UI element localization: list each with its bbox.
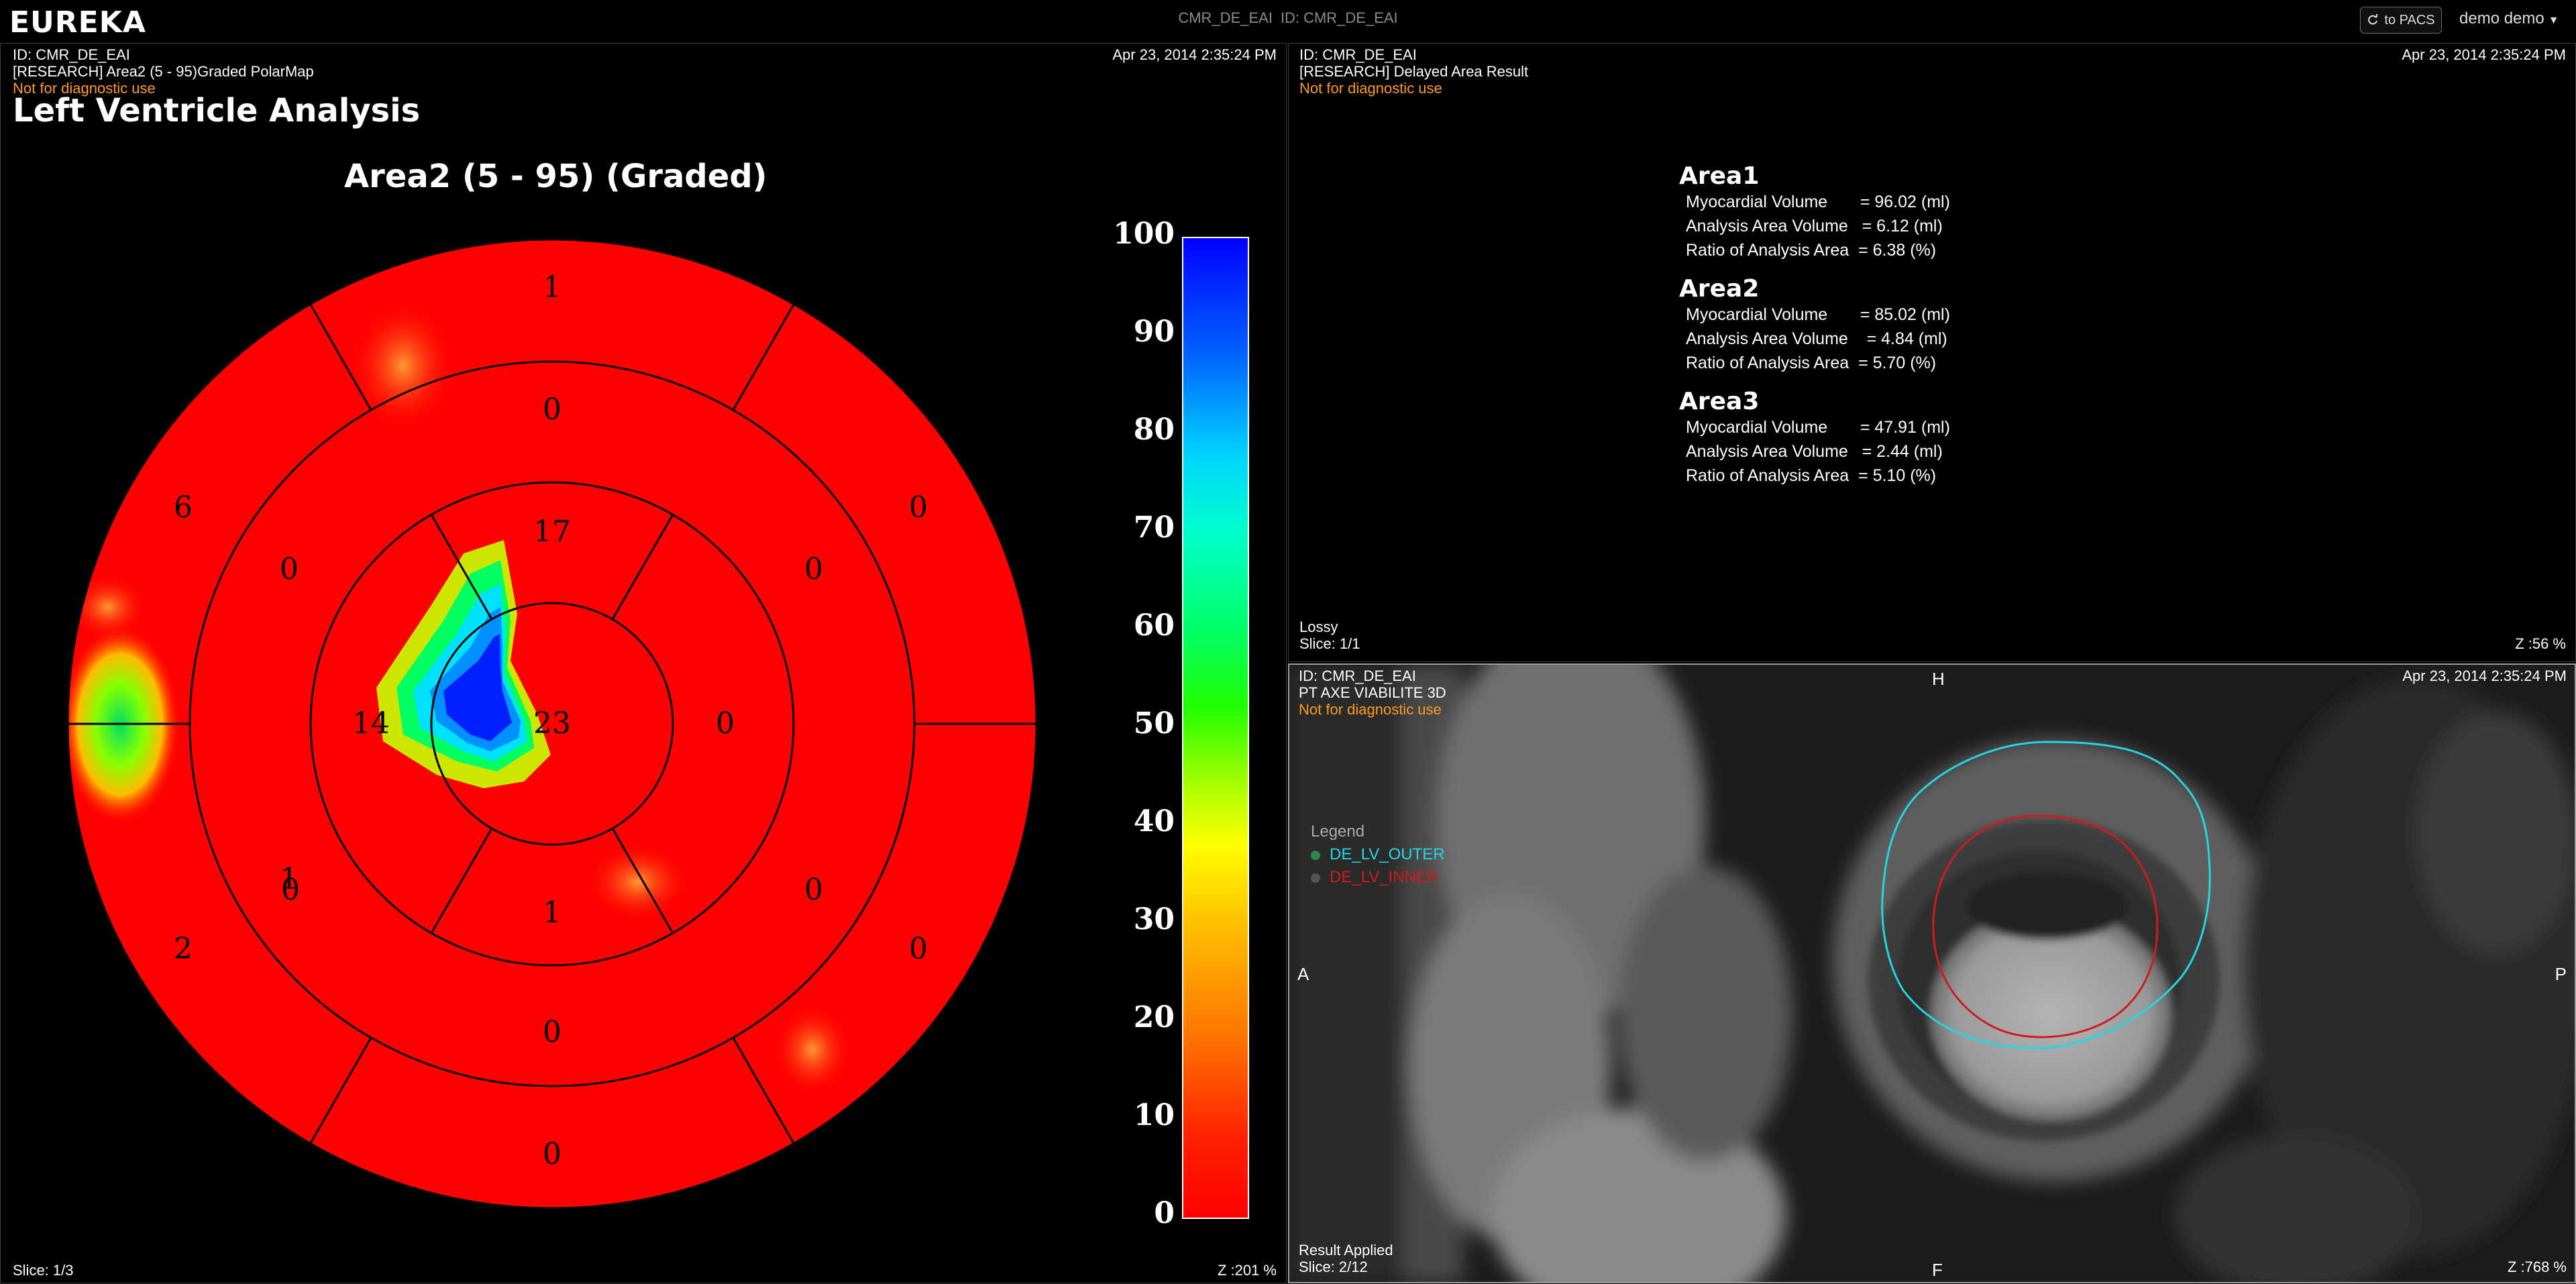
area-result-block: Area3 Myocardial Volume = 47.91 (ml) Ana… xyxy=(1679,388,1950,488)
legend-item-inner[interactable]: DE_LV_INNER xyxy=(1311,866,1445,889)
result-row: Myocardial Volume = 96.02 (ml) xyxy=(1686,193,1950,211)
orientation-left: A xyxy=(1297,964,1309,984)
area-name: Area3 xyxy=(1679,388,1760,415)
scale-tick: 100 xyxy=(1113,217,1175,251)
delayed-area-result-viewport[interactable]: ID: CMR_DE_EAI [RESEARCH] Delayed Area R… xyxy=(1288,43,2576,662)
series-label: [RESEARCH] Area2 (5 - 95)Graded PolarMap xyxy=(13,63,314,80)
top-bar: EUREKA CMR_DE_EAI ID: CMR_DE_EAI to PACS d… xyxy=(0,0,2576,42)
result-row: Ratio of Analysis Area = 5.10 (%) xyxy=(1686,466,1937,485)
polar-map-viewport[interactable]: ID: CMR_DE_EAI [RESEARCH] Area2 (5 - 95)… xyxy=(0,43,1287,1283)
orientation-right: P xyxy=(2555,964,2567,984)
scale-tick: 80 xyxy=(1133,413,1175,447)
segment-16: 0 xyxy=(716,706,735,741)
segment-8: 0 xyxy=(280,552,299,586)
area-name: Area2 xyxy=(1679,275,1760,303)
segment-12: 0 xyxy=(804,552,823,586)
patient-id: ID: CMR_DE_EAI xyxy=(13,46,130,63)
result-row: Ratio of Analysis Area = 5.70 (%) xyxy=(1686,354,1937,372)
result-row: Analysis Area Volume = 4.84 (ml) xyxy=(1686,329,1947,348)
area-result-block: Area2 Myocardial Volume = 85.02 (ml) Ana… xyxy=(1679,276,1950,375)
legend-dot-icon xyxy=(1311,850,1320,860)
scale-tick: 0 xyxy=(1154,1196,1175,1230)
segment-10: 0 xyxy=(543,1015,561,1049)
slice-indicator: Slice: 2/12 xyxy=(1299,1259,1368,1275)
result-row: Myocardial Volume = 85.02 (ml) xyxy=(1686,305,1950,324)
scale-tick: 40 xyxy=(1133,804,1175,839)
scale-tick: 50 xyxy=(1133,706,1175,741)
result-status: Result Applied xyxy=(1299,1242,1393,1259)
to-pacs-button[interactable]: to PACS xyxy=(2360,7,2442,34)
scale-tick: 10 xyxy=(1133,1098,1175,1132)
study-date: Apr 23, 2014 2:35:24 PM xyxy=(1112,46,1277,63)
diagnostic-warning: Not for diagnostic use xyxy=(1299,80,1442,97)
result-row: Analysis Area Volume = 6.12 (ml) xyxy=(1686,217,1943,235)
result-row: Ratio of Analysis Area = 6.38 (%) xyxy=(1686,241,1937,260)
area-result-block: Area1 Myocardial Volume = 96.02 (ml) Ana… xyxy=(1679,163,1950,262)
zoom-indicator: Z :201 % xyxy=(1217,1262,1277,1279)
segment-17: 23 xyxy=(533,706,571,741)
diagnostic-warning: Not for diagnostic use xyxy=(1299,701,1442,718)
contour-legend[interactable]: Legend DE_LV_OUTER DE_LV_INNER xyxy=(1311,820,1445,889)
scale-tick: 60 xyxy=(1133,608,1175,643)
slice-indicator: Slice: 1/1 xyxy=(1299,635,1360,652)
study-date: Apr 23, 2014 2:35:24 PM xyxy=(2402,46,2566,63)
segment-11: 0 xyxy=(804,873,823,907)
area-name: Area1 xyxy=(1679,162,1760,190)
segment-3: 1 xyxy=(280,862,299,896)
segment-5: 0 xyxy=(909,932,928,966)
legend-dot-icon xyxy=(1311,873,1320,883)
result-row: Myocardial Volume = 47.91 (ml) xyxy=(1686,418,1950,437)
study-date: Apr 23, 2014 2:35:24 PM xyxy=(2402,667,2567,684)
legend-item-outer[interactable]: DE_LV_OUTER xyxy=(1311,843,1445,866)
study-id-header: CMR_DE_EAI ID: CMR_DE_EAI xyxy=(1178,9,1398,26)
result-row: Analysis Area Volume = 2.44 (ml) xyxy=(1686,442,1943,461)
scale-tick: 30 xyxy=(1133,902,1175,937)
orientation-top: H xyxy=(1932,669,1945,689)
caret-down-icon: ▼ xyxy=(2548,15,2559,26)
segment-4: 0 xyxy=(543,1137,561,1171)
patient-id: ID: CMR_DE_EAI xyxy=(1299,667,1416,684)
series-label: PT AXE VIABILITE 3D xyxy=(1299,684,1446,701)
mr-image-viewport[interactable]: ID: CMR_DE_EAI PT AXE VIABILITE 3D Not f… xyxy=(1288,663,2576,1283)
series-label: [RESEARCH] Delayed Area Result xyxy=(1299,63,1529,80)
orientation-bottom: F xyxy=(1932,1260,1943,1280)
segment-6: 0 xyxy=(909,490,928,525)
scale-tick: 70 xyxy=(1133,511,1175,545)
segment-1: 1 xyxy=(543,270,561,305)
legend-title: Legend xyxy=(1311,822,1365,841)
compression-label: Lossy xyxy=(1299,619,1338,635)
diagnostic-warning: Not for diagnostic use xyxy=(13,80,156,97)
segment-2: 6 xyxy=(174,490,193,525)
area-results: Area1 Myocardial Volume = 96.02 (ml) Ana… xyxy=(1679,163,1950,501)
segment-14: 14 xyxy=(352,706,390,741)
cardiac-mr-image xyxy=(1289,665,2575,1282)
color-scale-bar xyxy=(1182,237,1249,1219)
zoom-indicator: Z :56 % xyxy=(2515,635,2566,652)
patient-id: ID: CMR_DE_EAI xyxy=(1299,46,1417,63)
segment-7: 0 xyxy=(543,392,561,427)
user-menu[interactable]: demo demo ▼ xyxy=(2459,9,2559,28)
segment-13: 17 xyxy=(533,515,571,549)
slice-indicator: Slice: 1/3 xyxy=(13,1262,74,1279)
segment-15: 1 xyxy=(543,896,561,930)
scale-tick: 90 xyxy=(1133,315,1175,349)
refresh-icon xyxy=(2368,14,2378,25)
scale-tick: 20 xyxy=(1133,1000,1175,1034)
zoom-indicator: Z :768 % xyxy=(2507,1259,2567,1275)
segment-3b: 2 xyxy=(174,932,193,966)
